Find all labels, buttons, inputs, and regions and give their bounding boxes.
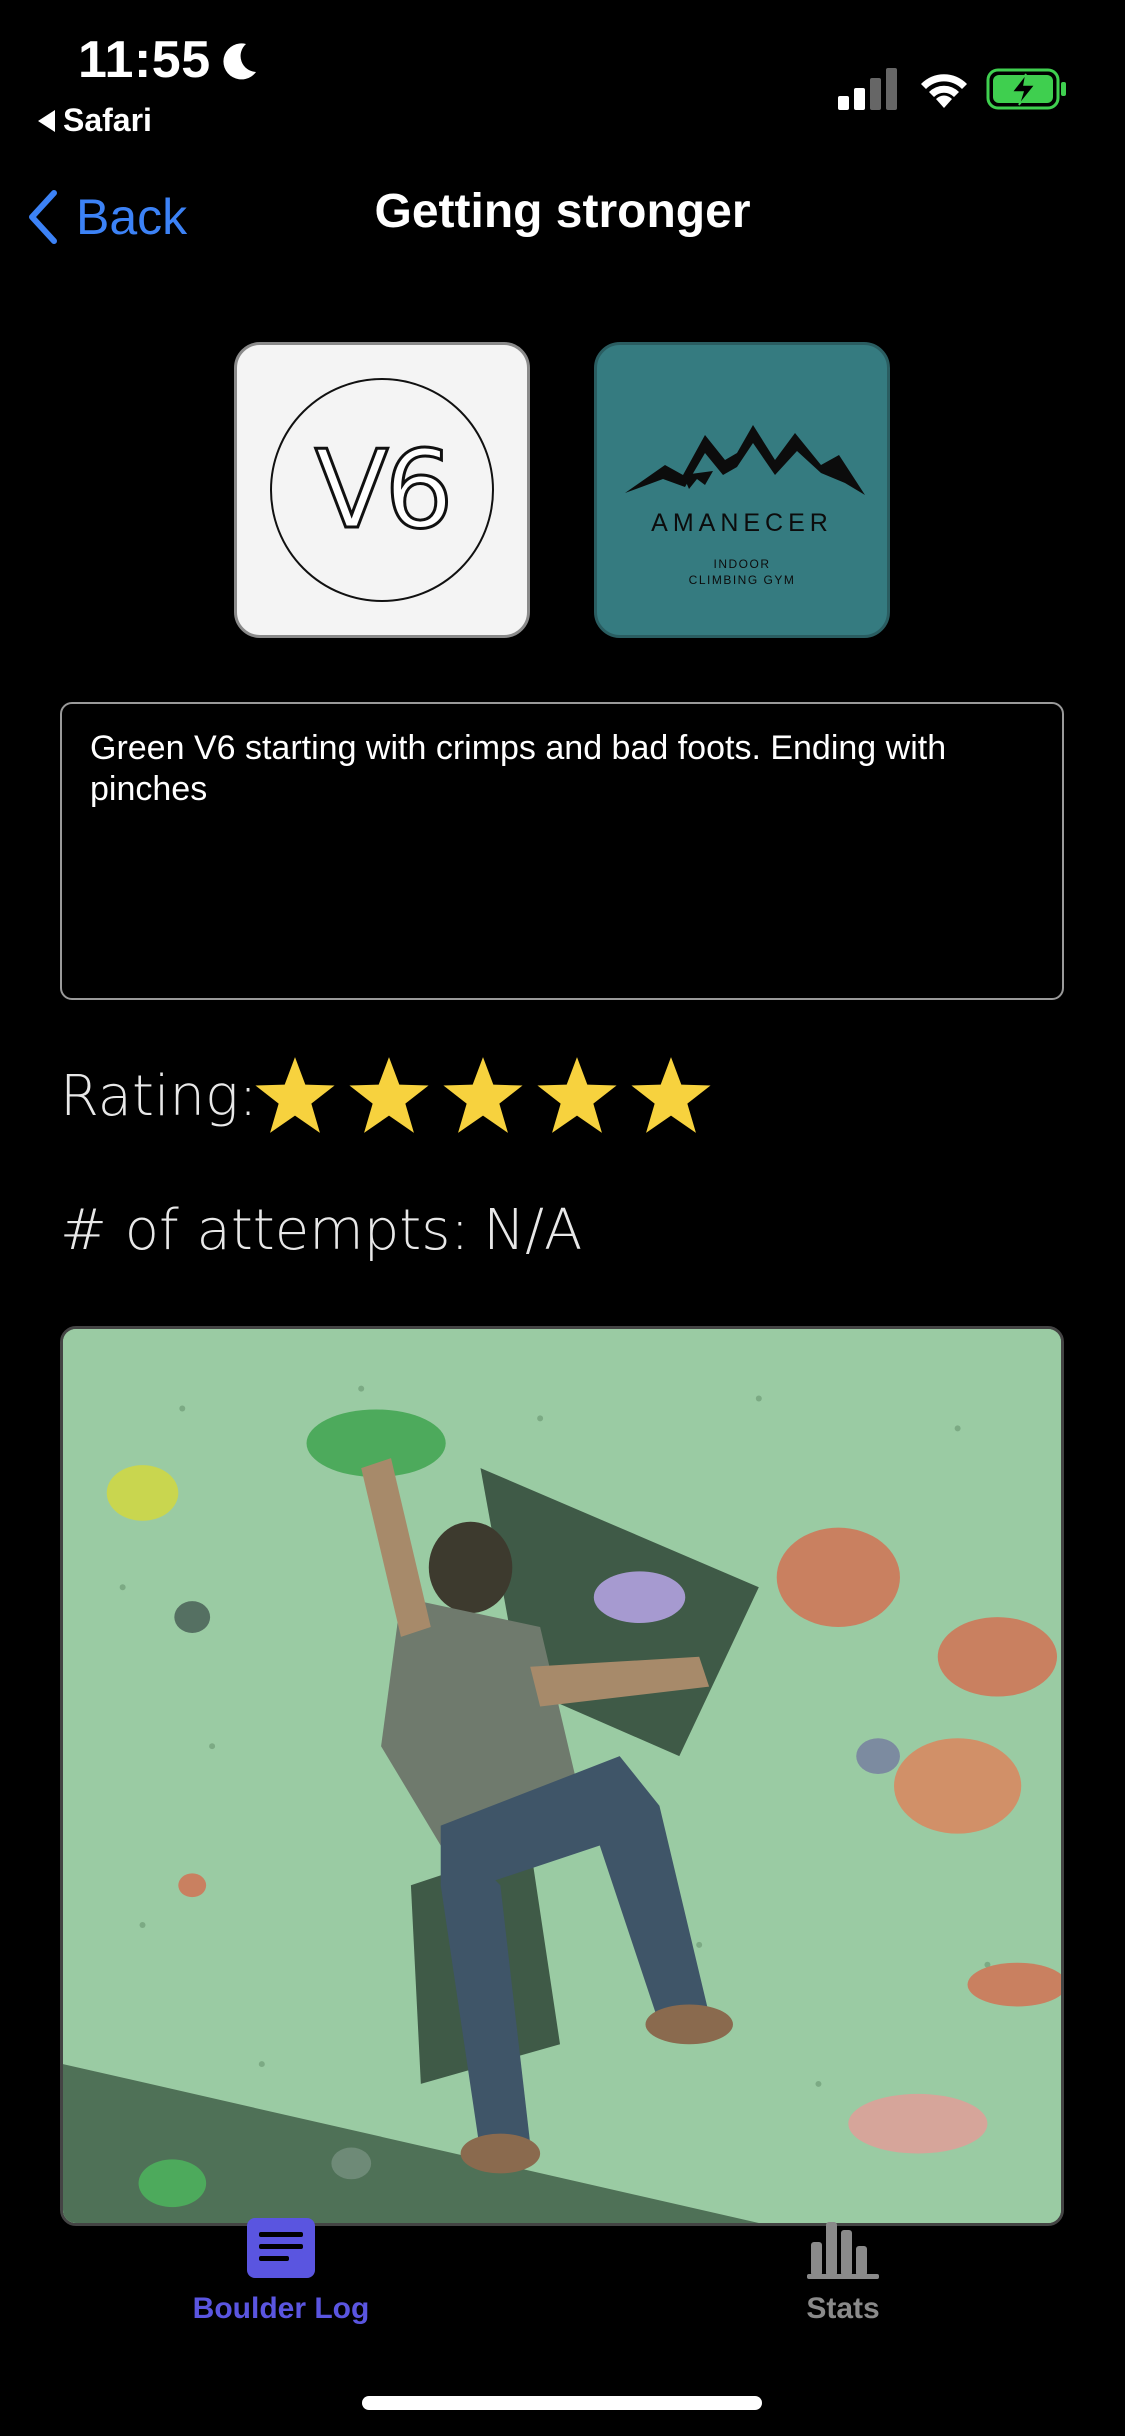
mountain-logo-icon: [625, 425, 865, 495]
attempts-row: # of attempts: N/A: [60, 1198, 582, 1263]
star-icon[interactable]: [440, 1052, 526, 1138]
star-icon[interactable]: [534, 1052, 620, 1138]
tab-boulder-log[interactable]: Boulder Log: [131, 2214, 431, 2326]
star-rating[interactable]: [252, 1052, 714, 1138]
cellular-signal-icon: [838, 68, 897, 110]
grade-label: V6: [313, 426, 455, 554]
battery-charging-icon: [986, 68, 1066, 110]
status-time: 11:55: [78, 31, 211, 89]
climbing-photo: [60, 1326, 1064, 2226]
bar-chart-icon: [807, 2222, 879, 2279]
star-icon[interactable]: [252, 1052, 338, 1138]
attempts-label: # of attempts:: [60, 1198, 470, 1263]
back-to-safari[interactable]: Safari: [38, 102, 152, 139]
gym-name: AMANECER: [651, 509, 833, 537]
home-indicator[interactable]: [362, 2396, 762, 2410]
moon-icon: [223, 43, 256, 80]
attempts-value: N/A: [483, 1198, 583, 1263]
document-lines-icon: [247, 2218, 315, 2278]
page-title: Getting stronger: [374, 185, 751, 238]
tab-label-stats: Stats: [806, 2292, 880, 2325]
gym-logo-tile: AMANECER INDOOR CLIMBING GYM: [594, 342, 890, 638]
rating-label: Rating:: [60, 1064, 258, 1129]
tab-label-boulder-log: Boulder Log: [192, 2292, 370, 2325]
grade-tile: V6: [234, 342, 530, 638]
star-icon[interactable]: [346, 1052, 432, 1138]
star-icon[interactable]: [628, 1052, 714, 1138]
gym-subtitle-line1: INDOOR: [713, 557, 771, 571]
tab-stats[interactable]: Stats: [693, 2214, 993, 2326]
back-app-label: Safari: [63, 102, 152, 138]
wifi-icon: [921, 74, 967, 108]
back-triangle-icon: [38, 109, 55, 132]
description-textbox[interactable]: Green V6 starting with crimps and bad fo…: [60, 702, 1064, 1000]
gym-subtitle-line2: CLIMBING GYM: [688, 573, 796, 587]
grade-badge: V6: [270, 378, 494, 602]
